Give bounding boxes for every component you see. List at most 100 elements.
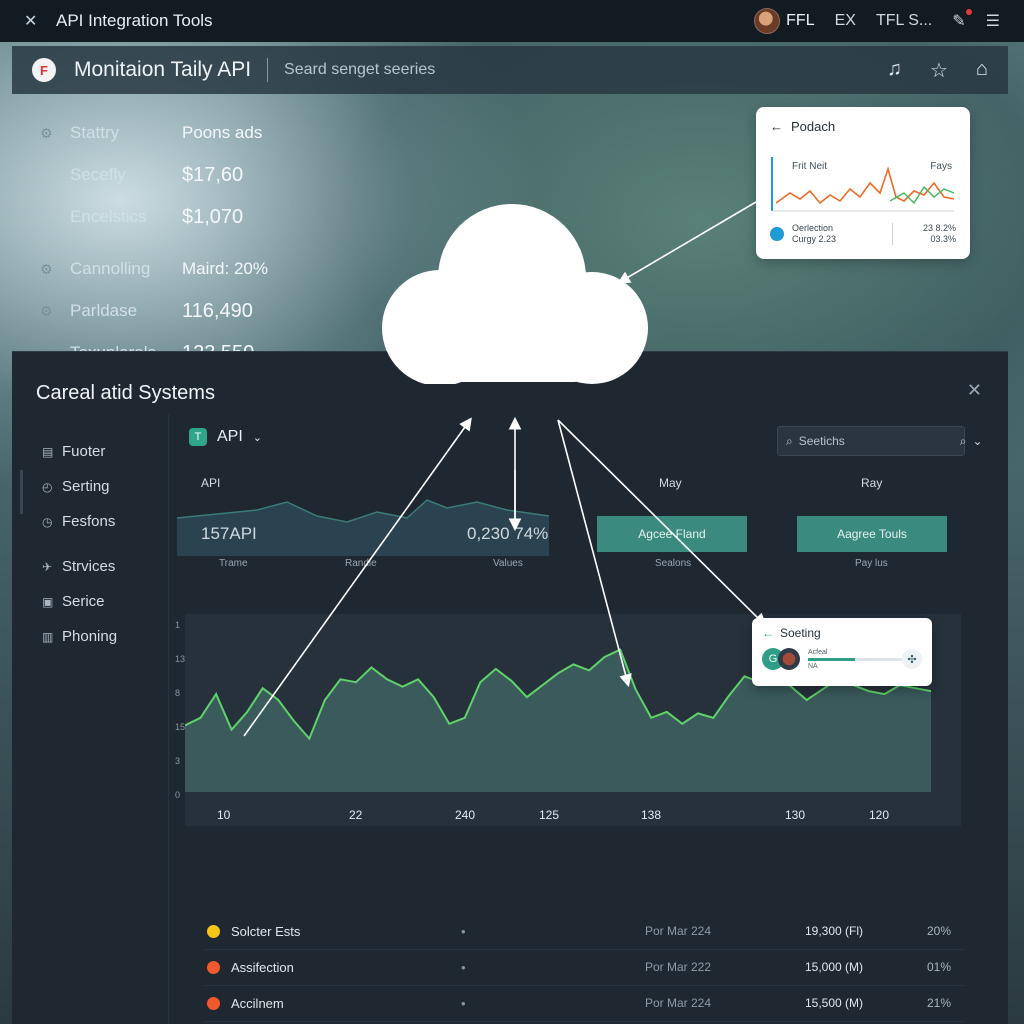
stat-row: ⚙ Parldase 116,490 bbox=[40, 290, 360, 332]
table-row[interactable]: Assifection • Por Mar 222 15,000 (M) 01% bbox=[205, 950, 965, 986]
topbar-item-tfl[interactable]: TFL S... bbox=[876, 12, 932, 30]
x-tick-label: 120 bbox=[869, 808, 890, 822]
sub-label-sealons: Sealons bbox=[655, 558, 692, 569]
back-arrow-icon[interactable]: ← bbox=[770, 119, 783, 134]
app-title: API Integration Tools bbox=[56, 11, 213, 30]
sub-label-pay-lus: Pay lus bbox=[855, 558, 888, 569]
close-icon[interactable]: ✕ bbox=[967, 380, 982, 401]
topbar-item-ex[interactable]: EX bbox=[835, 12, 856, 30]
stat-label: Stattry bbox=[70, 123, 120, 142]
sidebar-item-footer[interactable]: ▤ Fuoter bbox=[20, 434, 160, 469]
row-percent: 20% bbox=[927, 924, 952, 938]
refresh-icon: ◷ bbox=[42, 514, 53, 529]
stat-value: Poons ads bbox=[182, 123, 263, 142]
stat-value: $1,070 bbox=[182, 205, 244, 228]
row-marker: • bbox=[461, 960, 466, 975]
card-foot-sublabel: Curgy 2.23 bbox=[792, 234, 837, 244]
hamburger-menu-icon[interactable]: ☰ bbox=[986, 11, 1000, 31]
row-percent: 01% bbox=[927, 960, 952, 974]
stat-row: Secefly $17,60 bbox=[40, 154, 360, 196]
panel-title: Careal atid Systems bbox=[36, 382, 215, 404]
row-marker: • bbox=[461, 996, 466, 1011]
row-date: Por Mar 224 bbox=[645, 924, 712, 938]
tools-icon: ✕ bbox=[24, 13, 38, 30]
sidebar-item-serice[interactable]: ▣ Serice bbox=[20, 584, 160, 619]
arrows-icon[interactable]: ✣ bbox=[902, 649, 922, 669]
legend-dot bbox=[207, 997, 220, 1010]
star-icon[interactable]: ☆ bbox=[930, 58, 948, 83]
app-header: F Monitaion Taily API ♫ ☆ ⌂ bbox=[12, 46, 1008, 94]
column-header-ray: Ray bbox=[861, 476, 883, 490]
progress-bar bbox=[808, 657, 902, 661]
gear-icon: ⚙ bbox=[40, 302, 53, 319]
user-name: FFL bbox=[786, 12, 815, 29]
avatar bbox=[778, 648, 800, 670]
app-logo: F bbox=[32, 58, 56, 82]
legend-dot bbox=[207, 961, 220, 974]
stat-label: Parldase bbox=[70, 301, 138, 320]
y-tick-label: 15 bbox=[175, 722, 186, 732]
avatar bbox=[754, 8, 781, 34]
back-arrow-icon[interactable]: ← bbox=[762, 626, 774, 640]
setting-card-title: Soeting bbox=[780, 626, 821, 640]
window-icon: ▣ bbox=[42, 594, 54, 609]
chart-legend-right: Fays bbox=[930, 161, 952, 172]
plane-icon: ✈ bbox=[42, 559, 53, 574]
card-foot-value: 23 8.2% bbox=[922, 223, 956, 233]
stat-value: 116,490 bbox=[182, 299, 253, 322]
agree-tools-button[interactable]: Aagree Touls bbox=[797, 516, 947, 552]
stat-label: Encelstics bbox=[70, 207, 147, 226]
stat-label: Cannolling bbox=[70, 259, 151, 278]
info-icon bbox=[770, 227, 784, 241]
y-tick-label: 0 bbox=[175, 790, 181, 800]
setting-card-sublabel: Acfeal bbox=[808, 648, 828, 656]
content-search[interactable]: ⌕ ⌕ ⌄ bbox=[777, 426, 983, 456]
chart-legend-left: Frit Neit bbox=[792, 161, 827, 172]
row-amount: 15,500 (M) bbox=[805, 996, 864, 1010]
sidebar-item-label: Fuoter bbox=[62, 443, 106, 460]
table-row[interactable]: Solcter Ests • Por Mar 224 19,300 (Fl) 20% bbox=[205, 914, 965, 950]
agree-fland-button[interactable]: Agcee Fland bbox=[597, 516, 747, 552]
cloud-icon bbox=[382, 204, 648, 384]
music-icon[interactable]: ♫ bbox=[887, 58, 902, 83]
notification-pen-icon[interactable]: ✎ bbox=[952, 9, 973, 31]
sidebar-item-label: Fesfons bbox=[62, 513, 116, 530]
row-amount: 15,000 (M) bbox=[805, 960, 864, 974]
sidebar-item-setting[interactable]: ◴ Serting bbox=[20, 469, 160, 504]
y-tick-label: 3 bbox=[175, 756, 181, 766]
sidebar-item-fesfons[interactable]: ◷ Fesfons bbox=[20, 504, 160, 539]
column-header-may: May bbox=[659, 476, 682, 490]
x-tick-label: 130 bbox=[785, 808, 806, 822]
header-divider bbox=[267, 58, 269, 82]
legend-table: Solcter Ests • Por Mar 224 19,300 (Fl) 20% As… bbox=[205, 914, 965, 1022]
user-menu[interactable]: FFL bbox=[754, 8, 815, 34]
metric-right: 0,230 74% bbox=[467, 524, 549, 543]
sidebar-item-label: Strvices bbox=[62, 558, 116, 575]
chevron-down-icon[interactable]: ⌄ bbox=[972, 434, 982, 448]
row-date: Por Mar 222 bbox=[645, 960, 712, 974]
card-title: Podach bbox=[791, 119, 836, 134]
search-icon[interactable]: ⌕ bbox=[960, 434, 967, 449]
home-icon[interactable]: ⌂ bbox=[976, 58, 988, 83]
y-tick-label: 13 bbox=[175, 654, 186, 664]
api-dropdown[interactable]: T API ⌄ bbox=[189, 428, 262, 446]
product-card[interactable]: ← Podach Frit Neit Fays Oerlection Curgy… bbox=[756, 107, 970, 259]
table-row[interactable]: Accilnem • Por Mar 224 15,500 (M) 21% bbox=[205, 986, 965, 1022]
sidebar-item-label: Serting bbox=[62, 478, 110, 495]
systems-panel: Careal atid Systems ✕ ▤ Fuoter ◴ Serting… bbox=[12, 351, 1008, 1024]
search-input[interactable] bbox=[798, 434, 954, 448]
legend-name: Assifection bbox=[231, 960, 294, 975]
x-tick-label: 22 bbox=[349, 808, 363, 822]
header-search-input[interactable] bbox=[284, 61, 887, 79]
sidebar-item-services[interactable]: ✈ Strvices bbox=[20, 549, 160, 584]
setting-card[interactable]: ← Soeting G Acfeal NA ✣ bbox=[752, 618, 932, 686]
row-percent: 21% bbox=[927, 996, 952, 1010]
legend-dot bbox=[207, 925, 220, 938]
stat-label: Secefly bbox=[70, 165, 126, 184]
x-tick-label: 10 bbox=[217, 808, 231, 822]
document-icon: ▤ bbox=[42, 444, 54, 459]
sidebar-item-label: Serice bbox=[62, 593, 105, 610]
sidebar-item-phoning[interactable]: ▥ Phoning bbox=[20, 619, 160, 654]
y-tick-label: 1 bbox=[175, 620, 181, 630]
chevron-down-icon: ⌄ bbox=[252, 431, 263, 444]
